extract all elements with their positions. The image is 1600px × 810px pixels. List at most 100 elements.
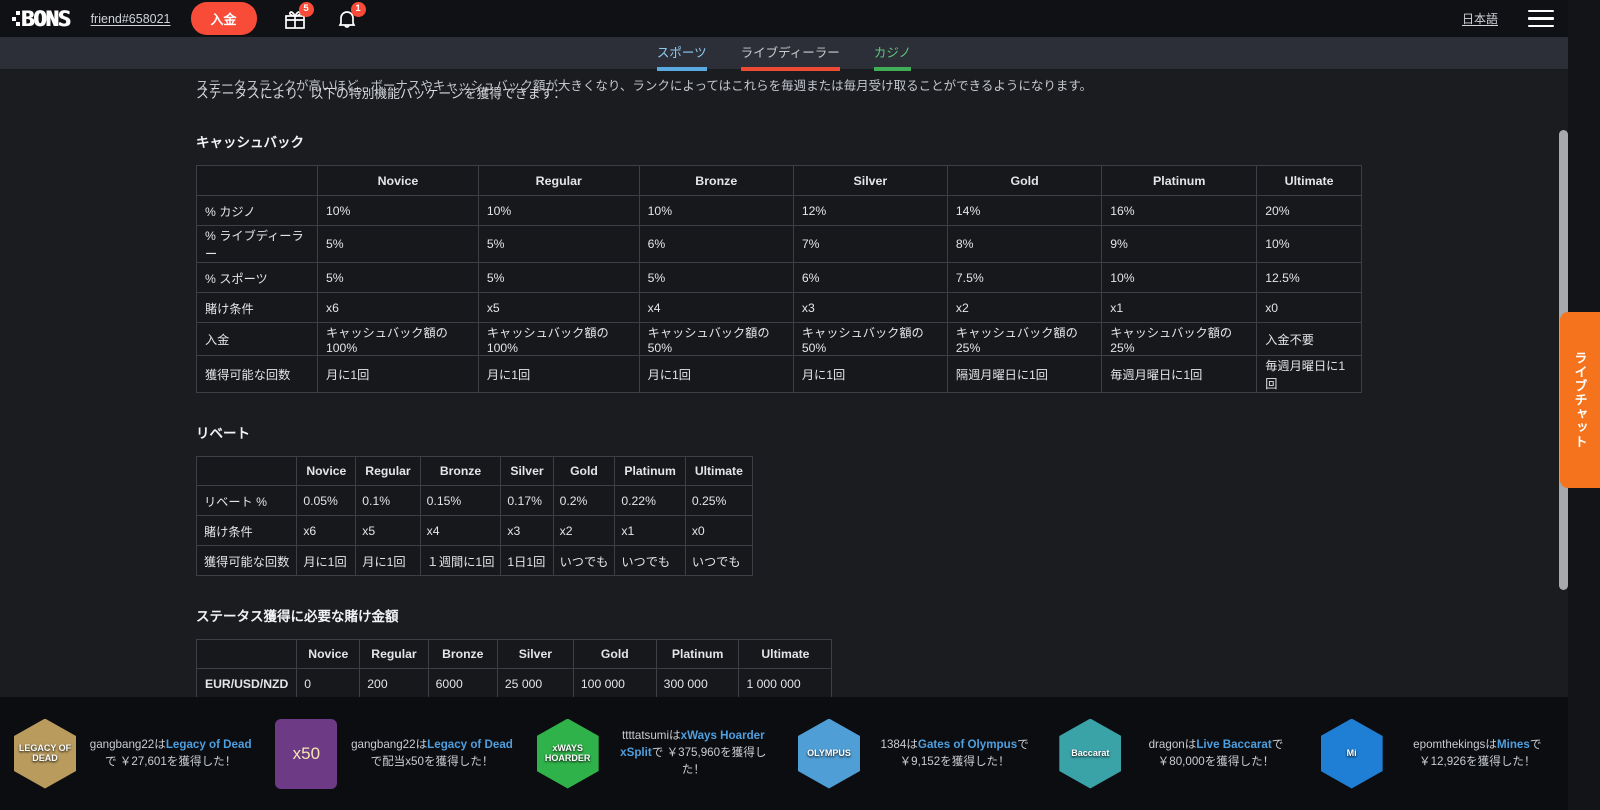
table-cell: １週間に1回 xyxy=(419,545,502,576)
column-header: Bronze xyxy=(427,639,498,669)
friend-id-link[interactable]: friend#658021 xyxy=(91,12,171,26)
language-selector[interactable]: 日本語 xyxy=(1462,10,1498,27)
live-chat-tab[interactable]: ライブチャット xyxy=(1560,312,1600,488)
cashback-section-title: キャッシュバック xyxy=(196,135,304,150)
winner-game-name[interactable]: Legacy of Dead xyxy=(427,738,513,751)
subnav-item-live-dealer[interactable]: ライブディーラー xyxy=(740,42,840,71)
winner-game-name[interactable]: Live Baccarat xyxy=(1196,738,1271,751)
winner-ticker-item[interactable]: LEGACY OF DEAD gangbang22はLegacy of Dead で… xyxy=(0,718,261,789)
gift-badge: 5 xyxy=(298,1,314,17)
row-header-cell: 賭け条件 xyxy=(195,515,298,546)
game-thumbnail: LEGACY OF DEAD xyxy=(14,718,76,789)
winner-message: epomthekingsはMinesで ￥12,926を獲得した！ xyxy=(1393,737,1562,771)
table-cell: 入金不要 xyxy=(1256,322,1362,356)
column-header: Regular xyxy=(355,456,421,486)
table-cell: 100 000 xyxy=(572,668,657,697)
main-content: ステータスランクが高いほど、ボーナスやキャッシュバック額が大きくなり、ランクによ… xyxy=(0,37,1568,697)
table-row: 獲得可能な回数 月に1回 月に1回 月に1回 月に1回 隔週月曜日に1回 毎週月曜日に1回毎… xyxy=(196,355,1362,393)
bell-icon[interactable]: 1 xyxy=(335,1,366,31)
table-cell: 200 xyxy=(359,668,429,697)
winner-ticker-item[interactable]: OLYMPUS 1384はGates of Olympusで ￥9,152を獲得し… xyxy=(784,718,1045,789)
winner-ticker-item[interactable]: Mi epomthekingsはMinesで ￥12,926を獲得した！ xyxy=(1307,718,1568,789)
table-row: 賭け条件 x6 x5 x4 x3 x2 x1 x0 xyxy=(196,292,1362,323)
game-thumbnail: Mi xyxy=(1320,718,1383,789)
table-cell: 6% xyxy=(792,262,948,293)
table-cell: 0.05% xyxy=(296,485,357,516)
table-cell: x6 xyxy=(317,292,479,323)
table-header-row: Novice Regular Bronze Silver Gold Platinum Ult… xyxy=(195,456,753,486)
column-header xyxy=(195,456,298,486)
table-cell: 0 xyxy=(296,668,361,697)
winner-ticker-item[interactable]: Baccarat dragonはLive Baccaratで ￥80,000を獲得… xyxy=(1045,718,1306,789)
table-cell: 毎週月曜日に1回 xyxy=(1101,355,1258,393)
table-cell: 10% xyxy=(477,195,640,226)
table-cell: 0.17% xyxy=(500,485,554,516)
table-cell: 隔週月曜日に1回 xyxy=(946,355,1103,393)
column-header: Gold xyxy=(552,456,616,486)
table-cell: キャッシュバック額の50% xyxy=(792,322,948,356)
winner-ticker-item[interactable]: xWAYS HOARDER ttttatsumiはxWays Hoarder xS… xyxy=(523,718,784,789)
winner-message: dragonはLive Baccaratで ￥80,000を獲得した！ xyxy=(1131,737,1300,771)
subnav-bar-live-dealer xyxy=(740,67,840,71)
table-cell: x4 xyxy=(638,292,794,323)
winner-game-name[interactable]: Gates of Olympus xyxy=(918,738,1017,751)
winner-username: epomthekingsは xyxy=(1413,737,1497,751)
table-cell: x6 xyxy=(296,515,357,546)
column-header: Silver xyxy=(792,165,948,196)
column-header: Silver xyxy=(500,456,554,486)
table-cell: 300 000 xyxy=(655,668,740,697)
table-cell: キャッシュバック額の25% xyxy=(946,322,1103,356)
table-cell: 7% xyxy=(792,225,948,263)
table-cell: x0 xyxy=(684,515,753,546)
game-icon: xWAYS HOARDER xyxy=(536,718,599,789)
game-icon-label: Baccarat xyxy=(1071,747,1110,758)
table-cell: 月に1回 xyxy=(792,355,948,393)
table-cell: 0.25% xyxy=(684,485,753,516)
bell-badge: 1 xyxy=(350,1,366,17)
table-cell: 5% xyxy=(477,262,640,293)
row-header-cell: 獲得可能な回数 xyxy=(196,355,318,393)
table-cell: いつでも xyxy=(684,545,753,576)
table-cell: x2 xyxy=(552,515,616,546)
game-icon-label: Mi xyxy=(1346,747,1357,758)
status-section-title: ステータス獲得に必要な賭け金額 xyxy=(196,609,399,624)
recent-winners-ticker: LEGACY OF DEAD gangbang22はLegacy of Deadで… xyxy=(0,697,1568,810)
column-header: Ultimate xyxy=(1256,165,1362,196)
table-cell: 1日1回 xyxy=(500,545,554,576)
winner-game-name[interactable]: Legacy of Dead xyxy=(166,738,252,751)
subnav-item-casino[interactable]: カジノ xyxy=(873,42,912,71)
table-cell: 10% xyxy=(638,195,794,226)
subnav-label-sports: スポーツ xyxy=(656,46,707,60)
row-header-cell: 賭け条件 xyxy=(196,292,318,323)
column-header: Novice xyxy=(317,165,479,196)
table-cell: 12% xyxy=(792,195,948,226)
column-header: Regular xyxy=(477,165,640,196)
column-header: Silver xyxy=(496,639,574,669)
hamburger-menu-icon[interactable] xyxy=(1528,9,1554,28)
live-chat-label: ライブチャット xyxy=(1572,351,1588,449)
row-header-cell: % カジノ xyxy=(196,195,318,226)
top-header: BONS friend#658021 入金 5 1 日本語 xyxy=(0,0,1568,37)
table-row: 獲得可能な回数 月に1回 月に1回 １週間に1回 1日1回 いつでも いつでも いつでも xyxy=(195,545,753,576)
winner-ticker-item[interactable]: x50 gangbang22はLegacy of Dead で配当x50を獲得した！ xyxy=(261,718,522,789)
gift-icon[interactable]: 5 xyxy=(283,1,314,31)
winner-game-name[interactable]: Mines xyxy=(1497,738,1530,751)
table-row: % ライブディーラー 5% 5% 6% 7% 8% 9% 10% xyxy=(196,225,1362,263)
rebate-section-title: リベート xyxy=(196,426,250,441)
column-header: Novice xyxy=(296,456,357,486)
table-cell: 5% xyxy=(477,225,640,263)
subnav-item-sports[interactable]: スポーツ xyxy=(656,42,707,71)
winner-message: ttttatsumiはxWays Hoarder xSplitで ￥375,96… xyxy=(609,728,778,778)
rebate-table: Novice Regular Bronze Silver Gold Platinum Ult… xyxy=(195,456,753,576)
column-header: Bronze xyxy=(638,165,794,196)
game-icon-label: x50 xyxy=(292,743,321,763)
table-cell: いつでも xyxy=(552,545,616,576)
table-cell: 25 000 xyxy=(496,668,574,697)
table-cell: 5% xyxy=(317,262,479,293)
table-cell: 月に1回 xyxy=(355,545,421,576)
table-row: % スポーツ 5% 5% 5% 6% 7.5% 10% 12.5% xyxy=(196,262,1362,293)
winner-message: gangbang22はLegacy of Dead で配当x50を獲得した！ xyxy=(347,737,516,771)
table-cell: x3 xyxy=(792,292,948,323)
bons-logo[interactable]: BONS xyxy=(12,7,71,31)
deposit-button[interactable]: 入金 xyxy=(190,2,257,35)
